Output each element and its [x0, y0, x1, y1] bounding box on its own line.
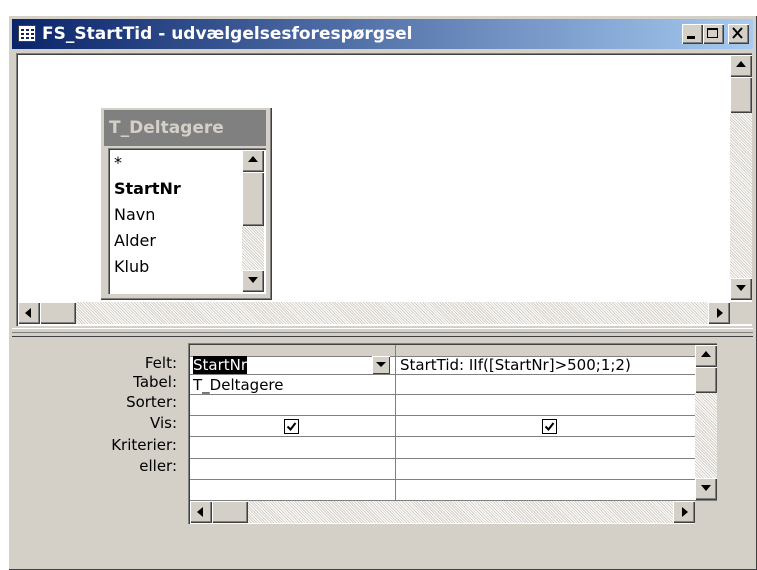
minimize-button[interactable] — [682, 24, 703, 44]
grid-hscrollbar[interactable] — [190, 501, 695, 523]
field-dropdown-button[interactable] — [372, 356, 390, 374]
field-list-scroll-up-button[interactable] — [242, 150, 264, 172]
table-pane-hscrollbar[interactable] — [18, 302, 730, 324]
row-label-felt: Felt: — [144, 354, 177, 372]
arrow-up-icon — [248, 156, 258, 162]
design-grid[interactable]: StartNr T_Deltagere StartTid: IIf([Start… — [188, 343, 717, 524]
cell-tabel-col1[interactable]: T_Deltagere — [193, 375, 284, 395]
arrow-up-icon — [736, 61, 746, 67]
field-klub[interactable]: Klub — [114, 254, 149, 280]
table-pane-hscroll-thumb[interactable] — [40, 302, 76, 324]
close-icon — [732, 27, 743, 39]
show-checkbox-col1[interactable] — [284, 419, 299, 434]
maximize-button[interactable] — [703, 24, 724, 44]
check-icon — [544, 422, 555, 432]
table-title[interactable]: T_Deltagere — [104, 110, 266, 146]
table-pane[interactable]: T_Deltagere * StartNr Navn Alder Klub — [16, 53, 752, 326]
arrow-down-icon — [701, 485, 711, 491]
row-label-kriterier: Kriterier: — [111, 436, 177, 454]
table-pane-scroll-left-button[interactable] — [18, 302, 40, 324]
query-window-icon[interactable] — [18, 25, 36, 42]
field-list-scroll-thumb[interactable] — [242, 172, 264, 226]
field-list-window[interactable]: T_Deltagere * StartNr Navn Alder Klub — [100, 107, 272, 300]
row-label-vis: Vis: — [150, 414, 177, 432]
grid-vscroll-thumb[interactable] — [695, 367, 717, 393]
cell-felt-col2[interactable]: StartTid: IIf([StartNr]>500;1;2) — [400, 355, 631, 375]
minimize-icon — [687, 36, 695, 39]
grid-scroll-up-button[interactable] — [695, 345, 717, 367]
selected-field-text[interactable]: StartNr — [193, 356, 248, 374]
arrow-down-icon — [248, 277, 258, 283]
field-list-scroll-down-button[interactable] — [242, 270, 264, 292]
grid-scrollbar-corner — [695, 501, 717, 524]
arrow-right-icon — [682, 507, 688, 517]
arrow-up-icon — [701, 351, 711, 357]
chevron-down-icon — [376, 362, 386, 367]
window-title: FS_StartTid - udvælgelsesforespørgsel — [42, 24, 413, 44]
arrow-left-icon — [197, 507, 203, 517]
row-label-tabel: Tabel: — [133, 373, 177, 391]
row-label-sorter: Sorter: — [126, 393, 177, 411]
grid-scroll-right-button[interactable] — [673, 501, 695, 523]
field-startnr[interactable]: StartNr — [114, 176, 181, 202]
pane-splitter[interactable] — [12, 328, 753, 337]
table-pane-vscroll-thumb[interactable] — [730, 77, 752, 113]
grid-scroll-left-button[interactable] — [190, 501, 212, 523]
field-alder[interactable]: Alder — [114, 228, 156, 254]
field-navn[interactable]: Navn — [114, 202, 155, 228]
maximize-icon — [707, 28, 718, 38]
close-button[interactable] — [728, 24, 749, 44]
table-pane-scroll-down-button[interactable] — [730, 278, 752, 300]
grid-hscroll-thumb[interactable] — [212, 501, 248, 523]
table-pane-scroll-right-button[interactable] — [708, 302, 730, 324]
scrollbar-corner — [730, 302, 752, 324]
field-list[interactable]: * StartNr Navn Alder Klub — [108, 148, 266, 294]
arrow-left-icon — [25, 308, 31, 318]
query-design-window: FS_StartTid - udvælgelsesforespørgsel T_… — [8, 15, 757, 570]
grid-scroll-down-button[interactable] — [695, 478, 717, 500]
check-icon — [286, 422, 297, 432]
row-label-eller: eller: — [139, 457, 177, 475]
title-bar[interactable]: FS_StartTid - udvælgelsesforespørgsel — [12, 19, 753, 49]
arrow-down-icon — [736, 285, 746, 291]
table-pane-scroll-up-button[interactable] — [730, 55, 752, 77]
cell-felt-col1[interactable]: StartNr — [193, 355, 248, 375]
splitter-line — [12, 332, 753, 333]
field-all[interactable]: * — [114, 150, 122, 176]
show-checkbox-col2[interactable] — [542, 419, 557, 434]
arrow-right-icon — [717, 308, 723, 318]
